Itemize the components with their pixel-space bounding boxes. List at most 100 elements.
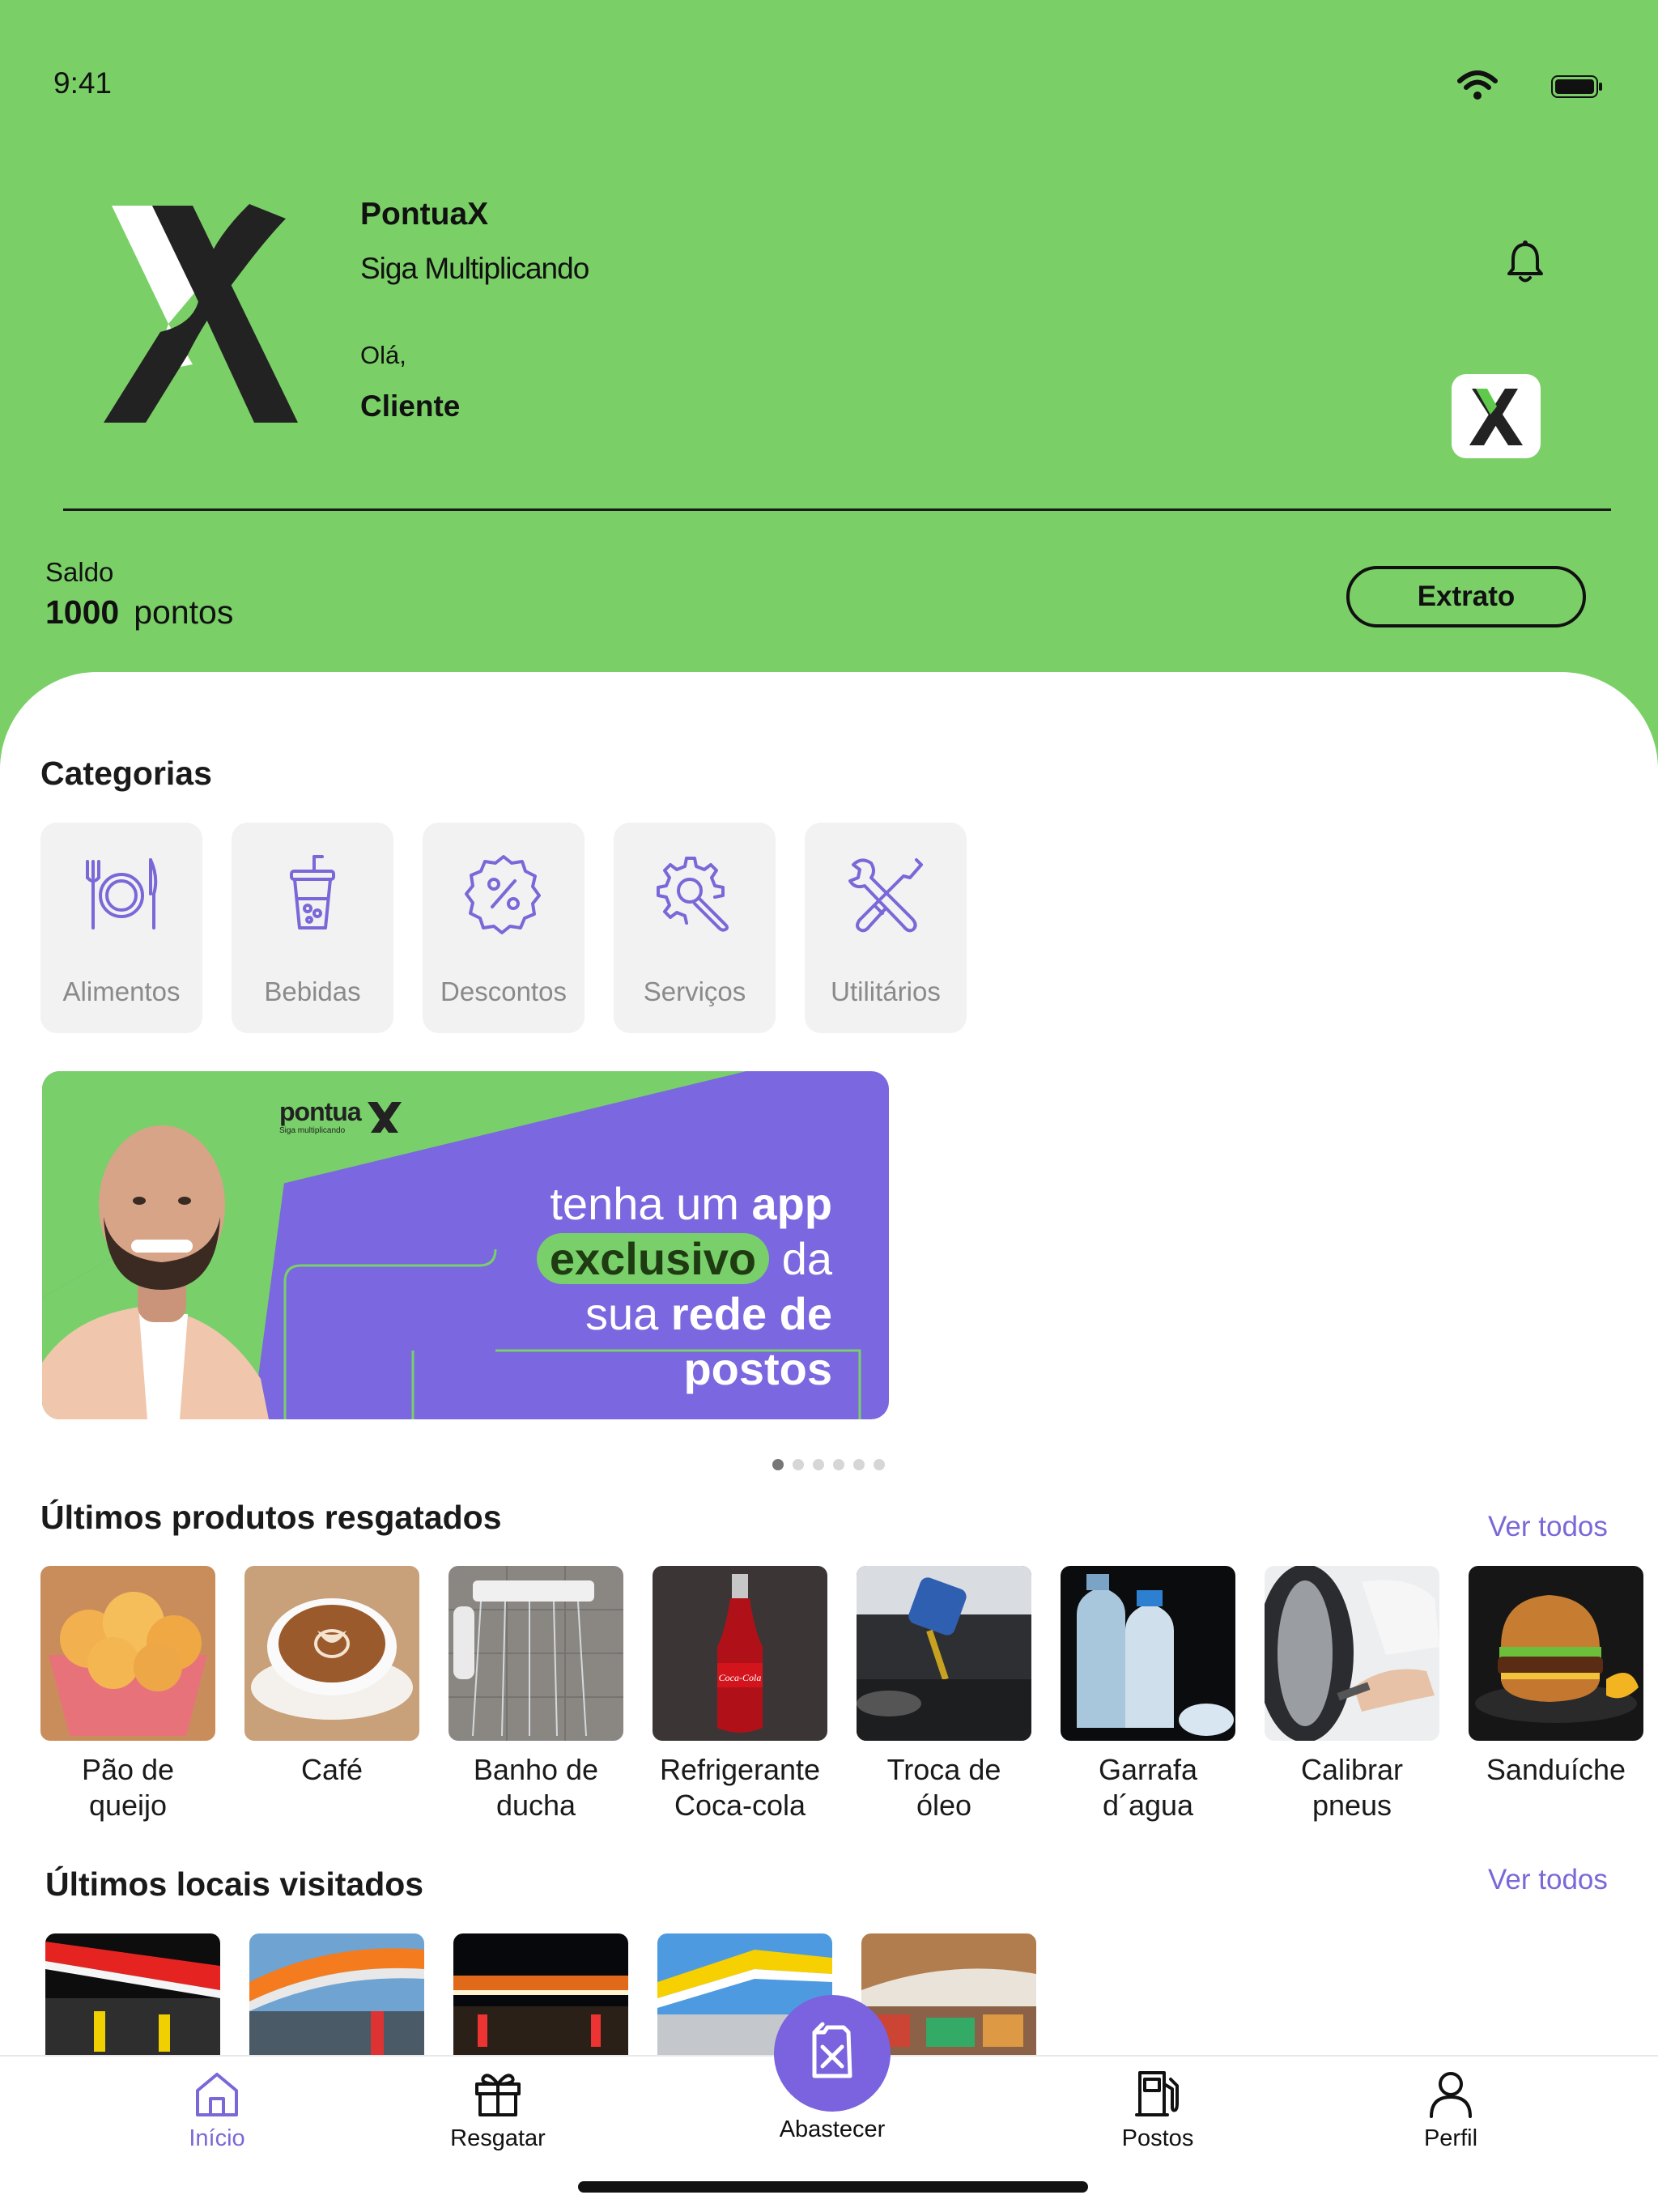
header-divider — [63, 508, 1611, 511]
product-name: Café — [244, 1752, 419, 1788]
product-name-line2: pneus — [1312, 1789, 1392, 1822]
app-badge-logo[interactable] — [1452, 374, 1541, 458]
tab-label: Resgatar — [450, 2125, 546, 2151]
places-title: Últimos locais visitados — [45, 1865, 424, 1903]
categories-title: Categorias — [40, 755, 212, 792]
notification-bell-icon[interactable] — [1506, 240, 1545, 285]
app-name: PontuaX — [360, 197, 489, 232]
product-name: Calibrar pneus — [1265, 1752, 1439, 1823]
product-image: Coca-Cola — [653, 1566, 827, 1741]
category-alimentos[interactable]: Alimentos — [40, 823, 202, 1033]
product-name: Troca de óleo — [857, 1752, 1031, 1823]
product-name-line1: Banho de — [473, 1753, 599, 1786]
tab-label: Perfil — [1423, 2125, 1478, 2151]
product-name-line2: óleo — [916, 1789, 972, 1822]
product-image — [244, 1566, 419, 1741]
product-name-line1: Garrafa — [1098, 1753, 1198, 1786]
fuel-can-icon — [812, 2022, 852, 2078]
product-item[interactable]: Coca-Cola Refrigerante Coca-cola — [653, 1566, 827, 1823]
places-see-all-link[interactable]: Ver todos — [1488, 1864, 1608, 1896]
tab-postos[interactable]: Postos — [1061, 2057, 1255, 2162]
category-servicos[interactable]: Serviços — [614, 823, 776, 1033]
product-item[interactable]: Calibrar pneus — [1265, 1566, 1439, 1823]
banner-line1-bold: app — [751, 1178, 832, 1229]
product-item[interactable]: Garrafa d´agua — [1061, 1566, 1235, 1823]
carousel-dot[interactable] — [813, 1459, 824, 1470]
banner-line2-light: da — [781, 1233, 832, 1284]
place-item[interactable] — [453, 1933, 628, 2063]
status-time: 9:41 — [53, 66, 113, 100]
gear-wrench-icon — [657, 857, 729, 932]
banner-highlight: exclusivo — [536, 1233, 770, 1284]
category-label: Bebidas — [264, 976, 361, 1006]
banner-brand: pontua — [279, 1097, 362, 1126]
statement-button[interactable]: Extrato — [1346, 566, 1586, 627]
category-descontos[interactable]: Descontos — [423, 823, 585, 1033]
battery-icon — [1551, 75, 1602, 98]
product-name-line2: queijo — [88, 1789, 168, 1822]
carousel-dot[interactable] — [853, 1459, 865, 1470]
tab-abastecer-label[interactable]: Abastecer — [729, 2116, 936, 2143]
home-icon — [196, 2073, 238, 2116]
balance-points: 1000 — [45, 593, 120, 631]
product-item[interactable]: Troca de óleo — [857, 1566, 1031, 1823]
category-bebidas[interactable]: Bebidas — [232, 823, 393, 1033]
product-item[interactable]: Sanduíche — [1469, 1566, 1643, 1788]
pontuax-logo — [104, 204, 298, 423]
drink-cup-icon — [290, 855, 335, 929]
product-image — [1469, 1566, 1643, 1741]
discount-badge-icon — [465, 855, 541, 934]
carousel-dot[interactable] — [833, 1459, 844, 1470]
banner-line4-bold: postos — [683, 1343, 832, 1394]
category-label: Serviços — [643, 976, 746, 1006]
category-label: Descontos — [440, 976, 567, 1006]
gift-icon — [475, 2074, 521, 2116]
product-image — [449, 1566, 623, 1741]
product-name-line1: Calibrar — [1300, 1753, 1404, 1786]
carousel-pagination[interactable] — [772, 1459, 894, 1470]
pontuax-mini-logo — [1469, 389, 1523, 445]
product-image — [1265, 1566, 1439, 1741]
app-tagline: Siga Multiplicando — [360, 252, 589, 285]
balance-value: 1000 pontos — [45, 593, 233, 632]
products-see-all-link[interactable]: Ver todos — [1488, 1511, 1608, 1543]
product-name-line1: Café — [300, 1753, 363, 1786]
tab-resgatar[interactable]: Resgatar — [401, 2057, 595, 2162]
place-item[interactable] — [45, 1933, 220, 2063]
promo-banner[interactable]: pontua Siga multiplicando tenha um app e… — [42, 1071, 889, 1419]
place-item[interactable] — [249, 1933, 424, 2063]
tab-label: Postos — [1121, 2125, 1194, 2151]
product-image — [1061, 1566, 1235, 1741]
product-item[interactable]: Café — [244, 1566, 419, 1788]
refuel-fab-button[interactable] — [774, 1995, 891, 2112]
product-name-line1: Pão de — [81, 1753, 175, 1786]
carousel-dot[interactable] — [793, 1459, 804, 1470]
product-name: Pão de queijo — [40, 1752, 215, 1823]
product-name-line2: ducha — [495, 1789, 576, 1822]
carousel-dot[interactable] — [772, 1459, 784, 1470]
tab-inicio[interactable]: Início — [120, 2057, 314, 2162]
product-item[interactable]: Pão de queijo — [40, 1566, 215, 1823]
product-image — [857, 1566, 1031, 1741]
product-item[interactable]: Banho de ducha — [449, 1566, 623, 1823]
tab-label: Início — [189, 2125, 245, 2151]
banner-brand-sub: Siga multiplicando — [279, 1126, 346, 1135]
balance-unit: pontos — [134, 593, 234, 631]
product-name: Garrafa d´agua — [1061, 1752, 1235, 1823]
banner-text: tenha um app exclusivo da sua rede de po… — [536, 1176, 832, 1397]
svg-text:Coca-Cola: Coca-Cola — [719, 1672, 762, 1683]
category-utilitarios[interactable]: Utilitários — [805, 823, 967, 1033]
products-title: Últimos produtos resgatados — [40, 1499, 502, 1536]
balance-label: Saldo — [45, 557, 114, 587]
banner-line3-light: sua — [585, 1288, 659, 1339]
banner-line3-bold: rede de — [670, 1288, 832, 1339]
product-name: Banho de ducha — [449, 1752, 623, 1823]
banner-line1-light: tenha um — [550, 1178, 739, 1229]
category-label: Alimentos — [62, 976, 181, 1006]
product-name-line2: Coca-cola — [674, 1789, 806, 1822]
tab-perfil[interactable]: Perfil — [1354, 2057, 1548, 2162]
carousel-dot[interactable] — [874, 1459, 885, 1470]
fuel-pump-icon — [1135, 2071, 1179, 2116]
product-name: Sanduíche — [1469, 1752, 1643, 1788]
product-image — [40, 1566, 215, 1741]
